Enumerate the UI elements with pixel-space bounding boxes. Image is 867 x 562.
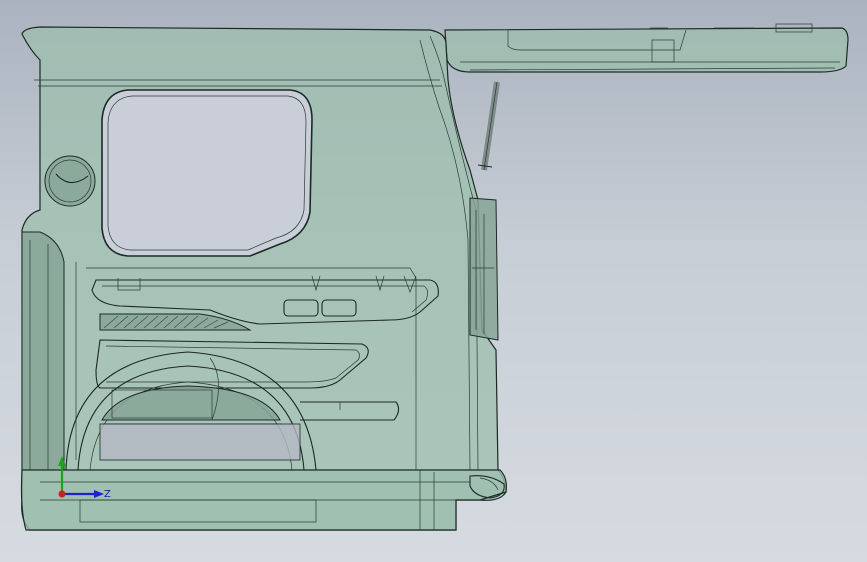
tailgate-gas-strut <box>477 81 500 171</box>
fuel-filler-cap[interactable] <box>44 155 96 207</box>
z-axis-label: Z <box>104 489 111 500</box>
rear-lamp-cluster[interactable] <box>469 197 499 341</box>
cad-viewport[interactable]: Z <box>0 0 867 562</box>
vehicle-side-panel-model[interactable]: Z <box>0 0 867 562</box>
x-axis-origin <box>58 490 66 498</box>
side-window[interactable] <box>101 89 313 257</box>
open-tailgate[interactable] <box>444 23 849 73</box>
rocker-sill <box>20 469 507 531</box>
